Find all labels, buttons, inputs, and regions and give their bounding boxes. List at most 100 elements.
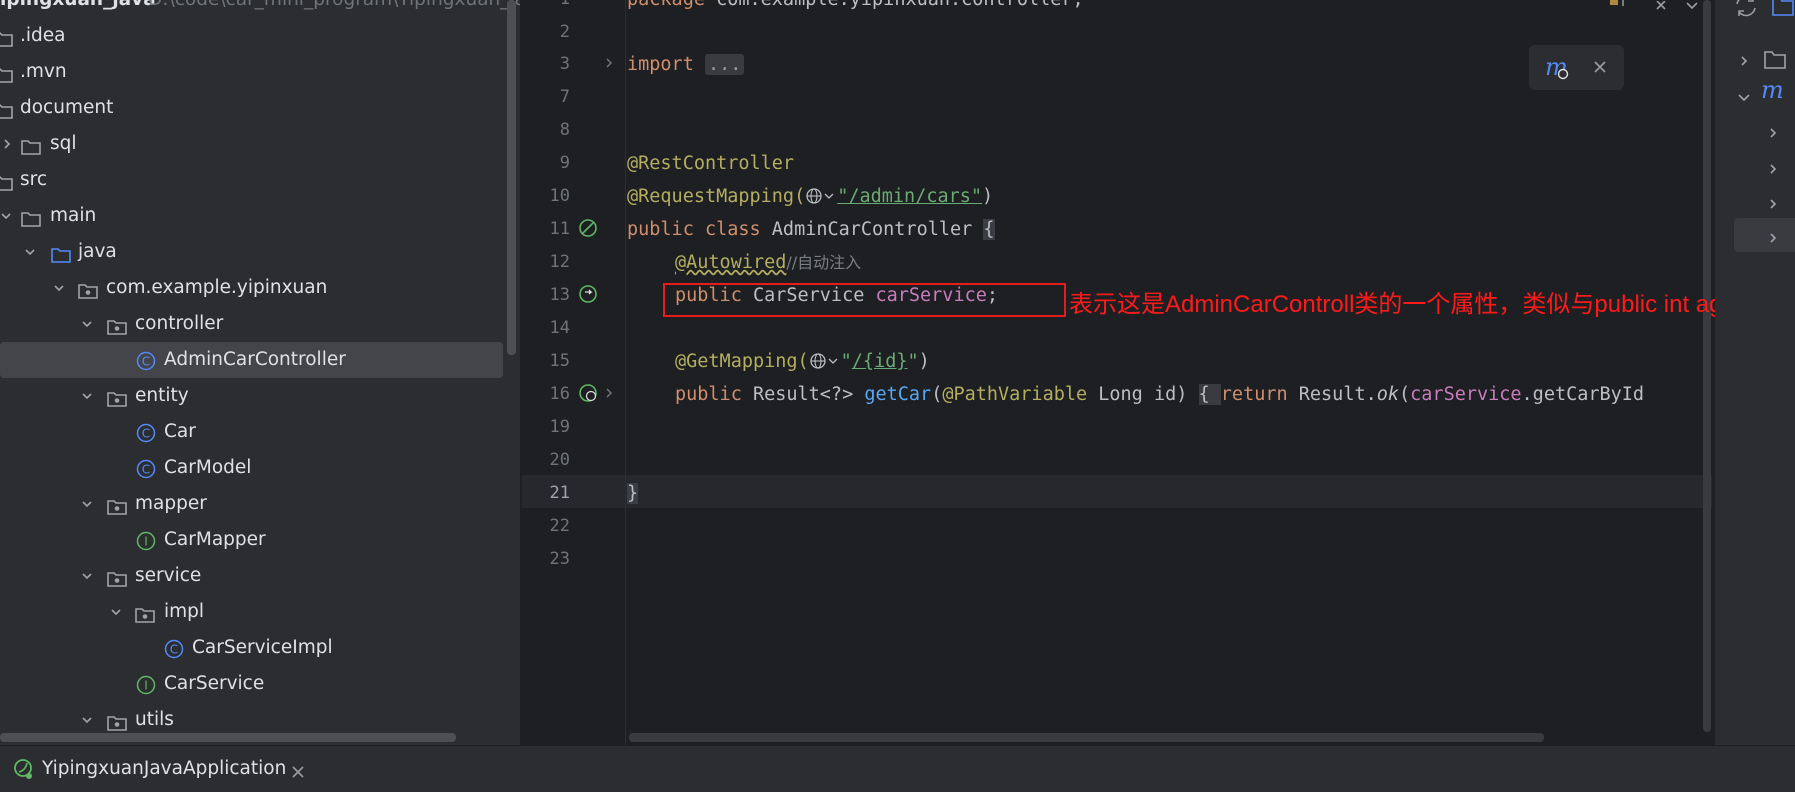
globe-icon[interactable] (809, 348, 841, 381)
chevron-down-icon[interactable] (25, 247, 35, 257)
package-icon (106, 566, 128, 587)
chevron-down-icon[interactable] (82, 319, 92, 329)
tree-item-java[interactable]: java (0, 234, 520, 270)
tree-item-car-service-impl[interactable]: C CarServiceImpl (0, 630, 520, 666)
line-number: 15 (549, 351, 570, 371)
interface-icon: I (135, 530, 157, 551)
tree-item-sql[interactable]: sql (0, 126, 520, 162)
tree-item-idea[interactable]: .idea (0, 18, 520, 54)
tree-item-admin-car-controller[interactable]: C AdminCarController (0, 342, 503, 378)
chevron-down-icon[interactable] (82, 391, 92, 401)
close-icon[interactable] (1593, 59, 1607, 78)
chevron-down-icon[interactable] (1737, 88, 1751, 107)
tree-item-label: service (135, 565, 202, 586)
chevron-right-icon[interactable] (1768, 229, 1778, 248)
class-icon: C (135, 458, 157, 479)
tree-project-root[interactable]: ipingxuan_java D:\code\car_mini_program\… (0, 0, 520, 18)
fold-chevron-icon[interactable] (604, 57, 614, 69)
code-line-15[interactable]: @GetMapping("/{id}") (675, 345, 930, 378)
annotation-highlight-box (663, 283, 1066, 317)
maven-reload-notification[interactable]: m (1529, 45, 1624, 90)
tree-item-document[interactable]: document (0, 90, 520, 126)
interface-icon: I (135, 674, 157, 695)
tree-item-label: CarMapper (164, 529, 266, 550)
chevron-right-icon[interactable] (2, 139, 12, 149)
code-editor[interactable]: 1 2 3 7 8 9 10 11 12 13 14 15 16 19 20 2… (522, 0, 1715, 745)
folder-icon (0, 26, 14, 47)
editor-vertical-scrollbar[interactable] (1703, 0, 1711, 732)
gutter-separator (625, 0, 626, 745)
close-icon[interactable] (1655, 0, 1669, 15)
code-line-16[interactable]: public Result<?> getCar(@PathVariable Lo… (675, 378, 1644, 411)
maven-reload-icon[interactable]: m (1543, 53, 1573, 87)
tree-item-mapper[interactable]: mapper (0, 486, 520, 522)
code-line-3[interactable]: import ... (627, 48, 745, 81)
tree-item-src[interactable]: src (0, 162, 520, 198)
tree-item-label: src (20, 169, 48, 190)
field-name: carService (1410, 384, 1522, 405)
line-number: 16 (549, 384, 570, 404)
reader-mode-icon[interactable] (1607, 0, 1633, 13)
code-line-1[interactable]: package com.example.yipinxuan.controller… (627, 0, 1084, 16)
chevron-down-icon[interactable] (54, 283, 64, 293)
tree-item-controller[interactable]: controller (0, 306, 520, 342)
maven-tree-selected-row[interactable] (1734, 218, 1795, 252)
code-line-11[interactable]: public class AdminCarController { (627, 213, 995, 246)
globe-icon[interactable] (805, 183, 837, 216)
tree-item-car-mapper[interactable]: I CarMapper (0, 522, 520, 558)
line-number: 22 (549, 516, 570, 536)
chevron-right-icon[interactable] (1768, 195, 1778, 214)
chevron-down-icon[interactable] (82, 571, 92, 581)
chevron-down-icon[interactable] (111, 607, 121, 617)
line-number: 23 (549, 549, 570, 569)
keyword: return (1220, 384, 1288, 405)
tree-item-car[interactable]: C Car (0, 414, 520, 450)
tree-item-mvn[interactable]: .mvn (0, 54, 520, 90)
line-number: 14 (549, 318, 570, 338)
chevron-right-icon[interactable] (1768, 124, 1778, 143)
tree-item-label: impl (164, 601, 205, 622)
tree-item-package-root[interactable]: com.example.yipinxuan (0, 270, 520, 306)
code-text: ( (1399, 384, 1411, 405)
code-line-10[interactable]: @RequestMapping("/admin/cars") (627, 180, 993, 213)
line-number: 10 (549, 186, 570, 206)
tree-item-entity[interactable]: entity (0, 378, 520, 414)
chevron-right-icon[interactable] (1768, 160, 1778, 179)
autowired-navigate-icon[interactable] (577, 283, 599, 305)
editor-horizontal-scrollbar[interactable] (629, 733, 1544, 742)
spring-bean-icon[interactable] (577, 217, 599, 239)
current-line-highlight (522, 475, 1712, 508)
keyword: package (627, 0, 705, 10)
code-line-12[interactable]: @Autowired//自动注入 (675, 246, 861, 279)
spring-boot-app-icon (11, 756, 37, 786)
tree-item-car-model[interactable]: C CarModel (0, 450, 520, 486)
code-text: com.example.yipinxuan.controller; (705, 0, 1084, 10)
line-number: 2 (559, 22, 570, 42)
class-icon: C (135, 350, 157, 371)
chevron-right-icon[interactable] (1739, 52, 1749, 71)
tree-item-label: CarServiceImpl (192, 637, 333, 658)
tree-item-car-service[interactable]: I CarService (0, 666, 520, 702)
tree-vertical-scrollbar[interactable] (507, 0, 516, 355)
code-line-21[interactable]: } (627, 477, 639, 510)
code-line-9[interactable]: @RestController (627, 147, 794, 180)
endpoint-icon[interactable] (577, 382, 599, 404)
close-icon[interactable] (292, 763, 304, 782)
chevron-down-icon[interactable] (1685, 0, 1699, 15)
folder-icon (20, 134, 42, 155)
refresh-icon[interactable] (1733, 0, 1761, 24)
tree-item-service[interactable]: service (0, 558, 520, 594)
folder-icon[interactable] (1771, 0, 1795, 22)
folder-icon (1763, 48, 1787, 74)
chevron-down-icon[interactable] (82, 499, 92, 509)
annotation: @RestController (627, 153, 795, 174)
run-tab-label[interactable]: YipingxuanJavaApplication (42, 756, 286, 782)
fold-chevron-icon[interactable] (604, 387, 614, 399)
tree-item-impl[interactable]: impl (0, 594, 520, 630)
tree-item-main[interactable]: main (0, 198, 520, 234)
chevron-down-icon[interactable] (82, 715, 92, 725)
chevron-down-icon[interactable] (1, 211, 11, 221)
tree-horizontal-scrollbar[interactable] (0, 733, 456, 742)
folded-imports[interactable]: ... (704, 54, 745, 75)
folder-icon (0, 62, 14, 83)
